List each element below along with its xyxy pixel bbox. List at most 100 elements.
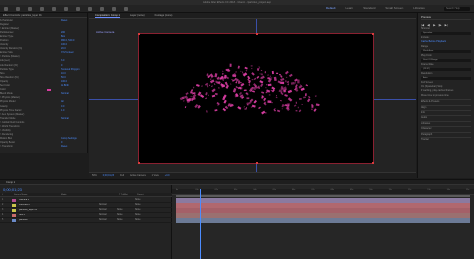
property-value[interactable]: 100.0: [61, 43, 87, 46]
layer-label-color[interactable]: [12, 203, 16, 207]
range-dropdown[interactable]: Work Area: [421, 49, 471, 54]
property-value[interactable]: 3.0: [61, 59, 87, 62]
workspace-tab[interactable]: Learn: [346, 6, 354, 10]
collapsed-panel-header[interactable]: Paragraph: [421, 131, 471, 136]
effect-property-row[interactable]: > Transform Reset: [0, 145, 87, 149]
effect-property-row[interactable]: Gravity 0.0: [0, 104, 87, 108]
zoom-tool-icon[interactable]: [40, 6, 44, 11]
layer-name[interactable]: particles: [19, 219, 59, 221]
property-value[interactable]: Normal: [61, 117, 87, 120]
effect-property-row[interactable]: Velocity Random [%] 20.0: [0, 47, 87, 51]
move-time-checkbox[interactable]: Move time to preview time: [421, 94, 471, 98]
layer-label-color[interactable]: [12, 218, 16, 222]
property-value[interactable]: 0: [61, 64, 87, 67]
viewer-tab[interactable]: Footage (none): [155, 14, 173, 17]
effect-property-row[interactable]: Position 960.0, 540.0: [0, 38, 87, 42]
shortcut-dropdown[interactable]: Spacebar: [421, 31, 471, 36]
current-time-display[interactable]: 0;00;01;23: [103, 174, 114, 177]
property-value[interactable]: 10.0: [61, 72, 87, 75]
property-value[interactable]: Box: [61, 35, 87, 38]
workspace-tab[interactable]: Small Screen: [385, 6, 403, 10]
property-value[interactable]: 100.0: [61, 80, 87, 83]
layer-name[interactable]: particles_layer 01: [19, 209, 59, 211]
property-value[interactable]: At Birth: [61, 84, 87, 87]
layer-name[interactable]: Particles 2: [19, 204, 59, 206]
effect-property-row[interactable]: Motion Blur Comp Settings: [0, 137, 87, 141]
effect-property-row[interactable]: Blend Mode Normal: [0, 92, 87, 96]
resolution-dropdown-right[interactable]: Auto: [421, 76, 471, 81]
layer-trkmat-dropdown[interactable]: None: [117, 214, 135, 216]
layer-parent-dropdown[interactable]: None: [135, 219, 141, 221]
work-area-bar[interactable]: [176, 195, 470, 197]
comp-handle[interactable]: [372, 33, 374, 35]
property-value[interactable]: Textured Polygon: [61, 68, 87, 71]
collapsed-panel-header[interactable]: Character: [421, 126, 471, 130]
collapsed-panel-header[interactable]: Effects & Presets: [421, 99, 471, 103]
effect-property-row[interactable]: Physics Model Air: [0, 100, 87, 104]
zoom-dropdown[interactable]: 50%: [92, 174, 97, 177]
layer-label-color[interactable]: [12, 208, 16, 212]
layer-name[interactable]: Null 2: [19, 214, 59, 216]
layer-parent-dropdown[interactable]: None: [135, 214, 141, 216]
layer-row[interactable]: 5 particles Normal None None: [0, 218, 172, 223]
layer-parent-dropdown[interactable]: None: [135, 204, 141, 206]
color-swatch[interactable]: [47, 88, 51, 91]
collapsed-panel-header[interactable]: Info: [421, 109, 471, 114]
property-value[interactable]: Reset: [61, 145, 87, 148]
layer-parent-dropdown[interactable]: None: [135, 209, 141, 211]
property-value[interactable]: 960.0, 540.0: [61, 39, 87, 42]
effect-property-row[interactable]: Particle Type Textured Polygon: [0, 67, 87, 71]
pen-tool-icon[interactable]: [100, 6, 104, 11]
type-tool-icon[interactable]: [112, 6, 116, 11]
property-value[interactable]: 50.0: [61, 76, 87, 79]
brush-tool-icon[interactable]: [124, 6, 128, 11]
layer-trkmat-dropdown[interactable]: None: [117, 209, 135, 211]
timeline-timecode[interactable]: 0;00;01;23: [3, 187, 22, 192]
frame-rate-dropdown[interactable]: (29.97): [421, 67, 471, 72]
rotate-tool-icon[interactable]: [52, 6, 56, 11]
resolution-dropdown[interactable]: Full: [120, 174, 124, 177]
shape-tool-icon[interactable]: [88, 6, 92, 11]
layer-mode-dropdown[interactable]: Normal: [99, 214, 117, 216]
layer-mode-dropdown[interactable]: Normal: [99, 209, 117, 211]
comp-handle[interactable]: [256, 33, 258, 35]
viewer-tab[interactable]: Layer (none): [130, 14, 145, 17]
layer-mode-dropdown[interactable]: Normal: [99, 219, 117, 221]
viewer-tab[interactable]: Composition: Comp 1: [95, 14, 120, 18]
layer-name[interactable]: Camera 1: [19, 199, 59, 201]
layer-trkmat-dropdown[interactable]: None: [117, 219, 135, 221]
property-value[interactable]: 0.0: [61, 105, 87, 108]
layer-mode-dropdown[interactable]: Normal: [99, 204, 117, 206]
effect-property-row[interactable]: Set Color At Birth: [0, 84, 87, 88]
playback-button-icon[interactable]: |▶: [439, 23, 442, 27]
effect-property-row[interactable]: Life [sec] 3.0: [0, 59, 87, 63]
effect-property-row[interactable]: Life Random [%] 0: [0, 63, 87, 67]
layer-parent-dropdown[interactable]: None: [135, 199, 141, 201]
camera-tool-icon[interactable]: [64, 6, 68, 11]
property-value[interactable]: Normal: [61, 92, 87, 95]
effect-property-row[interactable]: Opacity 100.0: [0, 79, 87, 83]
property-value[interactable]: 20.0: [61, 47, 87, 50]
views-dropdown[interactable]: 1 View: [152, 174, 159, 177]
comp-handle[interactable]: [256, 162, 258, 164]
playback-button-icon[interactable]: ◀|: [427, 23, 430, 27]
current-time-indicator[interactable]: [199, 189, 201, 259]
comp-handle[interactable]: [138, 162, 140, 164]
workspace-tab[interactable]: Default: [326, 6, 336, 10]
collapsed-panel-header[interactable]: Libraries: [421, 120, 471, 125]
layer-label-color[interactable]: [12, 213, 16, 217]
property-value[interactable]: Comp Settings: [61, 137, 87, 140]
effect-property-row[interactable]: Transfer Mode Normal: [0, 116, 87, 120]
home-icon[interactable]: [4, 6, 8, 11]
property-value[interactable]: 1.0: [61, 109, 87, 112]
collapsed-panel-header[interactable]: Tracker: [421, 136, 471, 141]
property-value[interactable]: Air: [61, 100, 87, 103]
playback-button-icon[interactable]: |◀: [421, 23, 424, 27]
effect-property-row[interactable]: Physics Time Factor 1.0: [0, 108, 87, 112]
effect-property-row[interactable]: Emitter Type Box: [0, 34, 87, 38]
playback-button-icon[interactable]: ▶: [433, 23, 435, 27]
camera-dropdown[interactable]: Active Camera: [130, 174, 146, 177]
effect-property-row[interactable]: Opacity Boost 0: [0, 141, 87, 145]
layer-duration-bar[interactable]: [176, 218, 470, 223]
property-value[interactable]: Reset: [61, 19, 87, 22]
